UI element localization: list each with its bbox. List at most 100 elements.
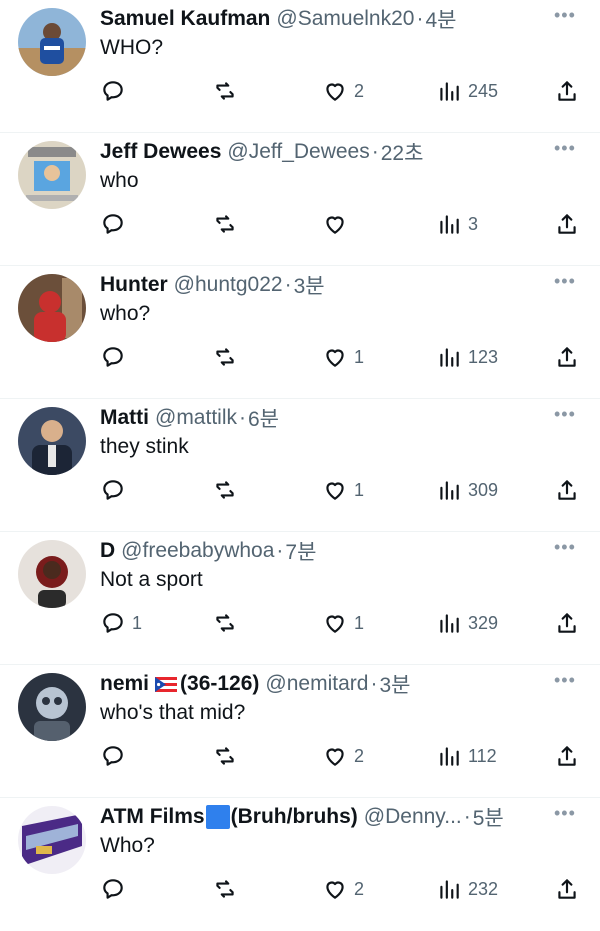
views-button[interactable]: 232 — [436, 874, 498, 904]
display-name[interactable]: Matti — [100, 406, 149, 430]
reply-icon — [100, 344, 126, 370]
like-button[interactable]: 2 — [322, 76, 364, 106]
tweet[interactable]: D @freebabywhoa · 7분 ••• Not a sport 1 1… — [0, 532, 600, 665]
share-button[interactable] — [554, 608, 580, 638]
retweet-icon — [212, 211, 238, 237]
views-button[interactable]: 309 — [436, 475, 498, 505]
tweet-text: who's that mid? — [100, 701, 246, 724]
avatar[interactable] — [18, 141, 86, 209]
avatar[interactable] — [18, 806, 86, 874]
tweet[interactable]: ATM Films (Bruh/bruhs) @Denny... · 5분 •••… — [0, 798, 600, 931]
display-name[interactable]: Samuel Kaufman — [100, 7, 270, 31]
retweet-button[interactable] — [212, 475, 238, 505]
handle[interactable]: @huntg022 — [174, 273, 283, 297]
more-icon[interactable]: ••• — [554, 6, 578, 26]
share-button[interactable] — [554, 209, 580, 239]
retweet-button[interactable] — [212, 741, 238, 771]
display-name[interactable]: nemi (36-126) — [100, 672, 259, 696]
timestamp[interactable]: 3분 — [294, 270, 325, 300]
display-name-text: ATM Films — [100, 804, 205, 828]
display-name[interactable]: Hunter — [100, 273, 168, 297]
view-count: 232 — [468, 878, 499, 899]
like-button[interactable]: 1 — [322, 475, 364, 505]
handle[interactable]: @Jeff_Dewees — [227, 140, 369, 164]
tweet[interactable]: nemi (36-126) @nemitard · 3분 ••• who's th… — [0, 665, 600, 798]
more-icon[interactable]: ••• — [554, 272, 578, 292]
share-icon — [554, 78, 580, 104]
views-button[interactable]: 112 — [436, 741, 497, 771]
tweet-header: Hunter @huntg022 · 3분 — [100, 270, 540, 300]
like-button[interactable]: 2 — [322, 874, 364, 904]
reply-button[interactable] — [100, 874, 132, 904]
display-name[interactable]: Jeff Dewees — [100, 140, 221, 164]
share-button[interactable] — [554, 874, 580, 904]
avatar[interactable] — [18, 274, 86, 342]
views-button[interactable]: 123 — [436, 342, 498, 372]
reply-button[interactable] — [100, 741, 132, 771]
like-icon — [322, 211, 348, 237]
avatar[interactable] — [18, 8, 86, 76]
view-count: 123 — [468, 346, 499, 367]
reply-button[interactable] — [100, 76, 132, 106]
share-button[interactable] — [554, 741, 580, 771]
reply-button[interactable] — [100, 475, 132, 505]
reply-icon — [100, 610, 126, 636]
timestamp[interactable]: 5분 — [473, 802, 504, 832]
like-button[interactable] — [322, 209, 354, 239]
tweet[interactable]: Samuel Kaufman @Samuelnk20 · 4분 ••• WHO?… — [0, 0, 600, 133]
tweet[interactable]: Matti @mattilk · 6분 ••• they stink 1 309 — [0, 399, 600, 532]
timestamp[interactable]: 3분 — [379, 669, 410, 699]
handle[interactable]: @freebabywhoa — [121, 539, 274, 563]
like-icon — [322, 876, 348, 902]
views-button[interactable]: 3 — [436, 209, 478, 239]
avatar[interactable] — [18, 673, 86, 741]
handle[interactable]: @Samuelnk20 — [276, 7, 414, 31]
share-button[interactable] — [554, 475, 580, 505]
avatar[interactable] — [18, 540, 86, 608]
share-icon — [554, 477, 580, 503]
action-bar: 2 232 — [100, 874, 590, 904]
tweet[interactable]: Hunter @huntg022 · 3분 ••• who? 1 123 — [0, 266, 600, 399]
reply-button[interactable]: 1 — [100, 608, 142, 638]
more-icon[interactable]: ••• — [554, 538, 578, 558]
share-button[interactable] — [554, 342, 580, 372]
retweet-button[interactable] — [212, 76, 238, 106]
views-button[interactable]: 329 — [436, 608, 498, 638]
timestamp[interactable]: 4분 — [425, 4, 456, 34]
more-icon[interactable]: ••• — [554, 671, 578, 691]
handle[interactable]: @Denny... — [364, 805, 462, 829]
more-icon[interactable]: ••• — [554, 139, 578, 159]
like-icon — [322, 78, 348, 104]
timestamp[interactable]: 22초 — [381, 137, 424, 167]
display-name-text: nemi — [100, 672, 150, 695]
avatar[interactable] — [18, 407, 86, 475]
share-icon — [554, 610, 580, 636]
like-button[interactable]: 1 — [322, 608, 364, 638]
retweet-button[interactable] — [212, 874, 238, 904]
share-button[interactable] — [554, 76, 580, 106]
retweet-button[interactable] — [212, 608, 238, 638]
retweet-button[interactable] — [212, 209, 238, 239]
share-icon — [554, 876, 580, 902]
more-icon[interactable]: ••• — [554, 405, 578, 425]
like-button[interactable]: 1 — [322, 342, 364, 372]
tweet-header: Jeff Dewees @Jeff_Dewees · 22초 — [100, 137, 540, 167]
handle[interactable]: @nemitard — [265, 672, 368, 696]
retweet-button[interactable] — [212, 342, 238, 372]
tweet-text: who? — [100, 302, 151, 325]
display-name[interactable]: D — [100, 539, 115, 563]
separator: · — [239, 406, 246, 429]
handle[interactable]: @mattilk — [155, 406, 237, 430]
reply-icon — [100, 78, 126, 104]
reply-button[interactable] — [100, 342, 132, 372]
like-button[interactable]: 2 — [322, 741, 364, 771]
views-icon — [436, 211, 462, 237]
reply-button[interactable] — [100, 209, 132, 239]
views-button[interactable]: 245 — [436, 76, 498, 106]
timestamp[interactable]: 7분 — [285, 536, 316, 566]
more-icon[interactable]: ••• — [554, 804, 578, 824]
tweet[interactable]: Jeff Dewees @Jeff_Dewees · 22초 ••• who 3 — [0, 133, 600, 266]
timestamp[interactable]: 6분 — [248, 403, 279, 433]
separator: · — [463, 805, 471, 828]
display-name[interactable]: ATM Films (Bruh/bruhs) — [100, 804, 358, 830]
